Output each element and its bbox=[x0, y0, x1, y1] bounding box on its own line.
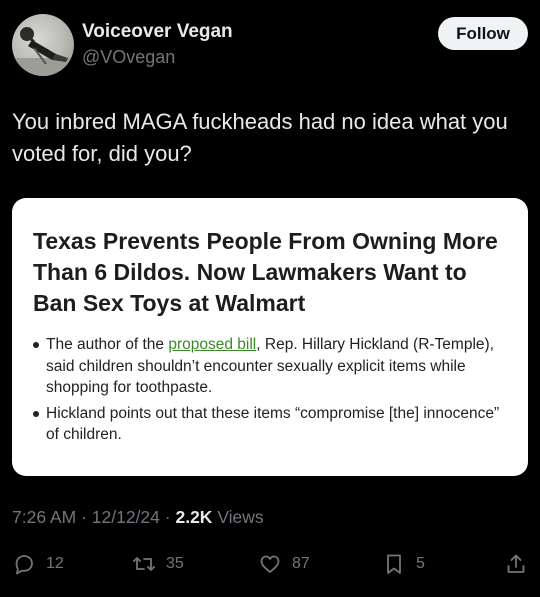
tweet-time[interactable]: 7:26 AM bbox=[12, 507, 76, 527]
avatar-microphone-icon bbox=[12, 27, 74, 76]
proposed-bill-link[interactable]: proposed bill bbox=[168, 336, 256, 353]
like-icon bbox=[260, 555, 280, 573]
card-bullet-1: The author of the proposed bill, Rep. Hi… bbox=[33, 334, 503, 399]
meta-separator: · bbox=[76, 507, 92, 527]
bookmark-button[interactable]: 5 bbox=[382, 549, 425, 579]
card-bullet-2: Hickland points out that these items “co… bbox=[33, 403, 503, 446]
bullet-1-text-start: The author of the bbox=[46, 336, 169, 353]
meta-separator: · bbox=[159, 507, 176, 527]
reply-icon bbox=[15, 555, 33, 575]
like-count: 87 bbox=[292, 555, 310, 572]
tweet-header: Voiceover Vegan @VOvegan Follow bbox=[12, 14, 528, 80]
author-display-name[interactable]: Voiceover Vegan bbox=[82, 21, 233, 43]
views-count: 2.2K bbox=[175, 507, 213, 527]
repost-count: 35 bbox=[166, 555, 184, 572]
follow-button[interactable]: Follow bbox=[438, 17, 528, 50]
bullet-dot-icon bbox=[33, 342, 39, 348]
repost-icon bbox=[133, 557, 155, 571]
bookmark-count: 5 bbox=[416, 555, 425, 572]
article-card[interactable]: Texas Prevents People From Owning More T… bbox=[12, 198, 528, 476]
tweet-date[interactable]: 12/12/24 bbox=[92, 507, 160, 527]
card-bullet-list: The author of the proposed bill, Rep. Hi… bbox=[33, 334, 503, 450]
share-button[interactable] bbox=[504, 549, 528, 579]
like-button[interactable]: 87 bbox=[258, 549, 310, 579]
action-bar: 12 35 87 5 bbox=[12, 549, 528, 579]
reply-button[interactable]: 12 bbox=[12, 549, 64, 579]
bullet-2-text: Hickland points out that these items “co… bbox=[46, 404, 500, 444]
views-label: Views bbox=[217, 507, 264, 527]
tweet-text: You inbred MAGA fuckheads had no idea wh… bbox=[12, 109, 508, 166]
author-handle[interactable]: @VOvegan bbox=[82, 47, 175, 68]
avatar[interactable] bbox=[12, 14, 74, 76]
share-icon bbox=[507, 554, 525, 573]
bullet-dot-icon bbox=[33, 410, 39, 417]
tweet-meta: 7:26 AM · 12/12/24 · 2.2K Views bbox=[12, 507, 264, 528]
reply-count: 12 bbox=[46, 555, 64, 572]
bookmark-icon bbox=[387, 554, 401, 574]
card-headline: Texas Prevents People From Owning More T… bbox=[33, 228, 498, 316]
repost-button[interactable]: 35 bbox=[132, 549, 184, 579]
